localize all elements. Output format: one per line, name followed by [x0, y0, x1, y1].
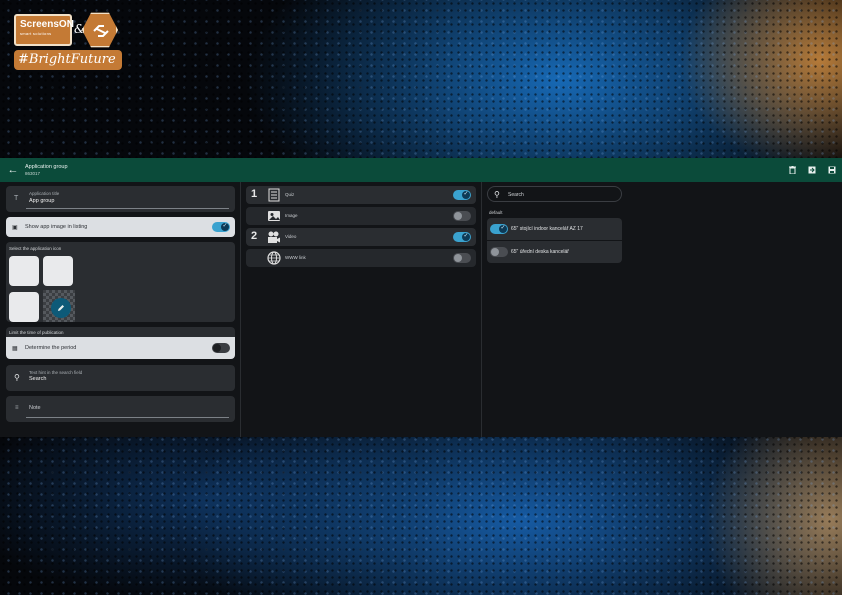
- show-image-toggle[interactable]: [212, 222, 230, 232]
- text-icon: T: [14, 195, 19, 202]
- app-order-number: 2: [251, 230, 258, 242]
- image-icon: [268, 211, 280, 221]
- device-row[interactable]: 65" úřední deska kancelář: [487, 241, 622, 263]
- settings-column: T Application title App group ▣ Show app…: [6, 186, 235, 422]
- app-name: Image: [285, 213, 298, 218]
- app-name: Quiz: [285, 192, 295, 197]
- column-divider: [240, 182, 241, 437]
- trash-icon[interactable]: [786, 164, 798, 176]
- publication-header: Limit the time of publication: [6, 327, 235, 337]
- icon-tile[interactable]: [9, 256, 39, 286]
- search-placeholder: Search: [508, 192, 524, 198]
- app-window: ← Application group 863017 T Application…: [0, 158, 842, 437]
- period-row: ▦ Determine the period: [6, 337, 235, 359]
- video-icon: [268, 231, 280, 243]
- app-title-value: App group: [29, 198, 55, 204]
- device-name: 65" stojící indoor kancelář AZ 17: [511, 226, 583, 232]
- back-arrow-icon[interactable]: ←: [6, 163, 20, 177]
- search-icon: ⚲: [14, 373, 20, 382]
- device-panel: ⚲ Search default 65" stojící indoor kanc…: [487, 186, 622, 264]
- top-bar: ← Application group 863017: [0, 158, 842, 182]
- save-icon[interactable]: [826, 164, 838, 176]
- page-title: Application group: [25, 163, 68, 170]
- logo-company-sub: smart solutions: [20, 31, 52, 36]
- toolbar-actions: [786, 164, 838, 176]
- show-image-label: Show app image in listing: [25, 224, 88, 230]
- screenson-logo: ScreensON smart solutions: [14, 14, 74, 46]
- period-label: Determine the period: [25, 345, 77, 351]
- calendar-icon: ▦: [12, 345, 18, 352]
- app-title-field[interactable]: T Application title App group: [6, 186, 235, 212]
- icon-selector: Select the application icon: [6, 242, 235, 322]
- pencil-icon: [58, 305, 64, 311]
- icon-tile[interactable]: [9, 292, 39, 322]
- app-toggle[interactable]: [453, 232, 471, 242]
- note-field[interactable]: ≡ Note: [6, 396, 235, 422]
- field-underline: [26, 417, 229, 418]
- logo-company: ScreensON: [20, 19, 74, 30]
- main-content: T Application title App group ▣ Show app…: [0, 182, 842, 437]
- app-row-quiz[interactable]: 1 Quiz: [246, 186, 476, 204]
- note-placeholder: Note: [29, 405, 41, 411]
- app-name: Video: [285, 234, 297, 239]
- note-icon: ≡: [15, 405, 19, 411]
- app-row-image[interactable]: Image: [246, 207, 476, 225]
- period-toggle[interactable]: [212, 343, 230, 353]
- search-hint-value: Search: [29, 376, 47, 382]
- field-underline: [26, 208, 229, 209]
- device-name: 65" úřední deska kancelář: [511, 249, 569, 255]
- edit-icon-button[interactable]: [51, 298, 71, 318]
- app-list: 1 Quiz Image 2 Video WWW link: [246, 186, 476, 270]
- device-toggle[interactable]: [490, 224, 508, 234]
- column-divider: [481, 182, 482, 437]
- app-row-video[interactable]: 2 Video: [246, 228, 476, 246]
- app-toggle[interactable]: [453, 190, 471, 200]
- app-toggle[interactable]: [453, 211, 471, 221]
- search-hint-field[interactable]: ⚲ Text hint in the search field Search: [6, 365, 235, 391]
- app-name: WWW link: [285, 255, 306, 260]
- export-icon[interactable]: [806, 164, 818, 176]
- app-order-number: 1: [251, 188, 258, 200]
- app-toggle[interactable]: [453, 253, 471, 263]
- app-title-label: Application title: [29, 191, 60, 196]
- device-row[interactable]: 65" stojící indoor kancelář AZ 17: [487, 218, 622, 240]
- device-group-label: default: [489, 210, 503, 215]
- search-icon: ⚲: [494, 190, 500, 199]
- icon-section-header: Select the application icon: [9, 246, 62, 251]
- partner-logo: [82, 12, 118, 48]
- brand-logo: ScreensON smart solutions & #BrightFutur…: [12, 10, 124, 74]
- show-image-row: ▣ Show app image in listing: [6, 217, 235, 237]
- quiz-icon: [268, 188, 280, 202]
- globe-icon: [267, 251, 281, 265]
- image-icon: ▣: [12, 224, 18, 231]
- search-hint-label: Text hint in the search field: [29, 370, 83, 375]
- icon-tile[interactable]: [43, 256, 73, 286]
- title-block: Application group 863017: [25, 164, 68, 177]
- device-toggle[interactable]: [490, 247, 508, 257]
- logo-hashtag: #BrightFuture: [14, 50, 122, 70]
- link-logo-icon: [93, 25, 109, 37]
- page-subtitle: 863017: [25, 170, 41, 176]
- device-search-input[interactable]: ⚲ Search: [487, 186, 622, 202]
- app-row-www[interactable]: WWW link: [246, 249, 476, 267]
